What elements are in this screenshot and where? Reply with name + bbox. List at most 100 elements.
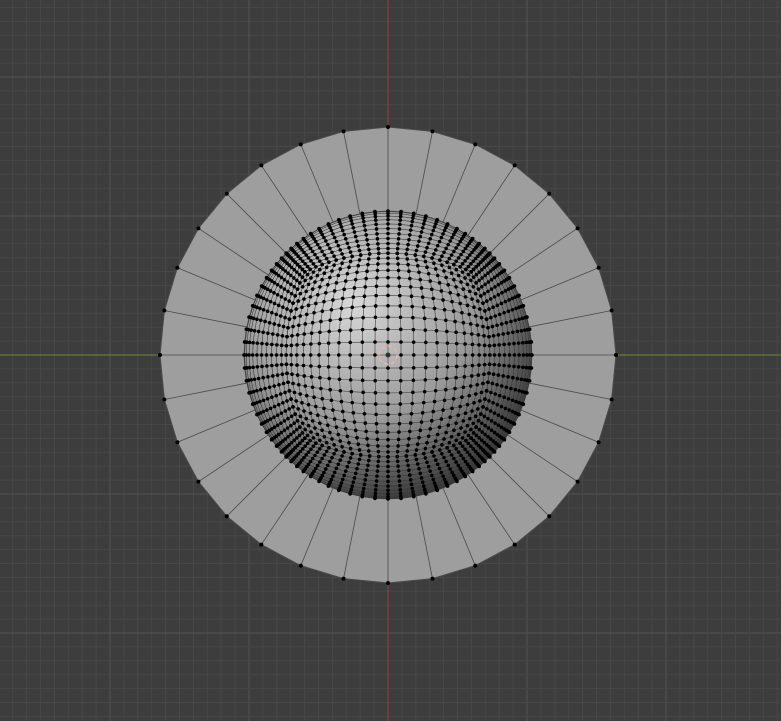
viewport-canvas[interactable] (0, 0, 781, 721)
vertex (374, 412, 378, 417)
vertex (497, 312, 502, 317)
vertex (435, 243, 440, 248)
vertex (331, 298, 335, 302)
vertex (326, 341, 331, 345)
vertex (282, 428, 287, 433)
vertex (332, 417, 337, 421)
vertex (312, 310, 316, 315)
vertex (465, 423, 470, 428)
vertex (263, 386, 267, 391)
vertex (490, 381, 495, 386)
vertex (361, 216, 365, 220)
vertex (319, 319, 323, 324)
vertex (360, 353, 365, 357)
vertex (459, 280, 463, 284)
vertex (317, 267, 322, 272)
vertex (339, 306, 344, 311)
vertex (435, 273, 440, 278)
vertex (399, 378, 403, 383)
vertex (429, 232, 434, 237)
vertex (479, 412, 483, 416)
vertex (318, 330, 322, 335)
vertex (473, 291, 478, 296)
vertex (332, 452, 336, 456)
vertex (386, 125, 390, 129)
vertex (256, 329, 261, 334)
vertex (320, 456, 324, 461)
3d-viewport[interactable] (0, 0, 781, 721)
vertex (324, 467, 328, 471)
vertex (397, 232, 401, 236)
vertex (450, 299, 454, 304)
vertex (311, 262, 316, 266)
vertex (329, 307, 334, 312)
vertex (261, 375, 265, 380)
vertex (519, 328, 524, 333)
vertex (479, 294, 483, 298)
vertex (337, 365, 341, 370)
vertex (275, 373, 280, 377)
vertex (411, 353, 416, 357)
vertex (483, 282, 487, 287)
vertex (444, 275, 448, 280)
vertex (454, 364, 459, 369)
vertex (364, 473, 368, 477)
vertex (330, 437, 334, 441)
vertex (486, 380, 490, 385)
vertex (417, 270, 421, 275)
vertex (340, 252, 344, 256)
vertex (499, 301, 504, 306)
vertex (419, 286, 424, 290)
vertex (303, 262, 307, 266)
vertex (364, 276, 368, 281)
vertex (272, 322, 277, 326)
vertex (547, 514, 552, 519)
vertex (303, 322, 308, 326)
vertex (410, 219, 415, 224)
vertex (298, 563, 303, 568)
vertex (415, 263, 420, 268)
vertex (263, 319, 267, 324)
vertex (298, 314, 303, 318)
vertex (360, 327, 365, 332)
vertex (417, 466, 421, 471)
vertex (345, 434, 350, 439)
vertex (448, 239, 452, 243)
vertex (375, 469, 380, 473)
vertex (304, 453, 308, 457)
vertex (367, 449, 371, 453)
vertex (421, 484, 426, 488)
vertex (516, 341, 521, 345)
vertex (487, 343, 492, 348)
vertex (318, 246, 322, 250)
vertex (268, 299, 273, 304)
vertex (158, 353, 162, 357)
vertex (290, 334, 294, 338)
vertex (425, 265, 429, 270)
vertex (489, 315, 493, 320)
vertex (512, 353, 517, 357)
vertex (309, 447, 313, 451)
vertex (314, 239, 318, 244)
vertex (275, 333, 280, 337)
vertex (502, 310, 506, 315)
vertex (308, 411, 313, 415)
vertex (506, 331, 510, 335)
vertex (448, 415, 452, 419)
vertex (462, 331, 467, 335)
vertex (351, 295, 356, 299)
vertex (486, 289, 490, 294)
vertex (279, 285, 283, 289)
vertex (259, 542, 264, 547)
vertex (355, 466, 359, 471)
vertex (247, 340, 252, 345)
vertex (258, 318, 263, 323)
vertex (452, 249, 456, 254)
vertex (460, 310, 464, 315)
vertex (491, 305, 495, 310)
vertex (406, 443, 410, 448)
vertex (442, 455, 446, 460)
vertex (408, 478, 413, 482)
vertex (324, 415, 328, 419)
vertex (275, 423, 280, 428)
